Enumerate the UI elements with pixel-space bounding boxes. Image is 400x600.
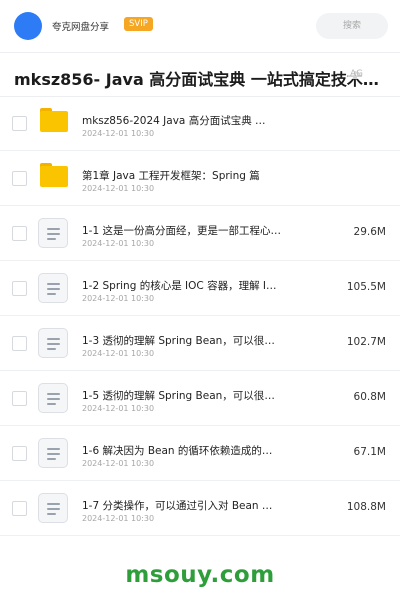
file-row[interactable]: 1-5 透彻的理解 Spring Bean，可以很好的帮助.mp4 2024-12… — [0, 371, 400, 426]
file-date: 2024-12-01 10:30 — [82, 184, 155, 193]
file-row[interactable]: 1-1 这是一份高分面经，更是一部工程心法.mp4 2024-12-01 10:3… — [0, 206, 400, 261]
file-name: 第1章 Java 工程开发框架：Spring 篇 — [82, 170, 260, 182]
file-date: 2024-12-01 10:30 — [82, 404, 155, 413]
file-row[interactable]: 1-6 解决因为 Bean 的循环依赖造成的工程启动失败.mp4 2024-12-… — [0, 426, 400, 481]
file-date: 2024-12-01 10:30 — [82, 294, 155, 303]
file-name: 1-6 解决因为 Bean 的循环依赖造成的工程启动失败.mp4 — [82, 445, 282, 457]
file-date: 2024-12-01 10:30 — [82, 349, 155, 358]
folder-row[interactable]: 第1章 Java 工程开发框架：Spring 篇 2024-12-01 10:30 — [0, 151, 400, 206]
row-checkbox[interactable] — [12, 391, 27, 406]
document-icon — [38, 438, 68, 468]
row-checkbox[interactable] — [12, 336, 27, 351]
file-name: 1-2 Spring 的核心是 IOC 容器，理解 IOC 容器.mp4 — [82, 280, 282, 292]
file-row[interactable]: 1-7 分类操作，可以通过引入对 Bean 的前置处理.mp4 2024-12-0… — [0, 481, 400, 536]
title-tail-text: AG — [348, 69, 363, 79]
file-size: 105.5M — [346, 281, 386, 293]
row-checkbox[interactable] — [12, 171, 27, 186]
file-size: 29.6M — [353, 226, 386, 238]
row-checkbox[interactable] — [12, 446, 27, 461]
page-title: mksz856- Java 高分面试宝典 一站式搞定技术面+项目面 — [14, 70, 384, 89]
row-checkbox[interactable] — [12, 501, 27, 516]
file-name: 1-7 分类操作，可以通过引入对 Bean 的前置处理.mp4 — [82, 500, 282, 512]
file-date: 2024-12-01 10:30 — [82, 239, 155, 248]
file-name: 1-1 这是一份高分面经，更是一部工程心法.mp4 — [82, 225, 282, 237]
file-size: 67.1M — [353, 446, 386, 458]
file-list: mksz856-2024 Java 高分面试宝典 一站式搞定技术面+项目面 202… — [0, 96, 400, 536]
folder-icon — [40, 108, 68, 132]
row-checkbox[interactable] — [12, 226, 27, 241]
document-icon — [38, 383, 68, 413]
title-row: mksz856- Java 高分面试宝典 一站式搞定技术面+项目面 AG — [0, 52, 400, 96]
document-icon — [38, 218, 68, 248]
row-checkbox[interactable] — [12, 281, 27, 296]
file-row[interactable]: 1-3 透彻的理解 Spring Bean，可以很好的帮助.mp4 2024-12… — [0, 316, 400, 371]
app-header: 夸克网盘分享 SVIP 搜索 — [0, 0, 400, 52]
file-date: 2024-12-01 10:30 — [82, 514, 155, 523]
user-avatar[interactable] — [14, 12, 42, 40]
folder-row[interactable]: mksz856-2024 Java 高分面试宝典 一站式搞定技术面+项目面 202… — [0, 96, 400, 151]
file-date: 2024-12-01 10:30 — [82, 129, 155, 138]
row-checkbox[interactable] — [12, 116, 27, 131]
file-size: 108.8M — [346, 501, 386, 513]
file-name: mksz856-2024 Java 高分面试宝典 一站式搞定技术面+项目面 — [82, 115, 272, 127]
document-icon — [38, 493, 68, 523]
folder-icon — [40, 163, 68, 187]
file-size: 60.8M — [353, 391, 386, 403]
user-name: 夸克网盘分享 — [52, 22, 110, 33]
file-date: 2024-12-01 10:30 — [82, 459, 155, 468]
watermark: msouy.com — [125, 562, 275, 588]
file-row[interactable]: 1-2 Spring 的核心是 IOC 容器，理解 IOC 容器.mp4 2024… — [0, 261, 400, 316]
svip-badge: SVIP — [124, 17, 153, 31]
file-name: 1-5 透彻的理解 Spring Bean，可以很好的帮助.mp4 — [82, 390, 282, 402]
file-name: 1-3 透彻的理解 Spring Bean，可以很好的帮助.mp4 — [82, 335, 282, 347]
file-size: 102.7M — [346, 336, 386, 348]
search-input[interactable]: 搜索 — [316, 13, 388, 39]
document-icon — [38, 273, 68, 303]
document-icon — [38, 328, 68, 358]
